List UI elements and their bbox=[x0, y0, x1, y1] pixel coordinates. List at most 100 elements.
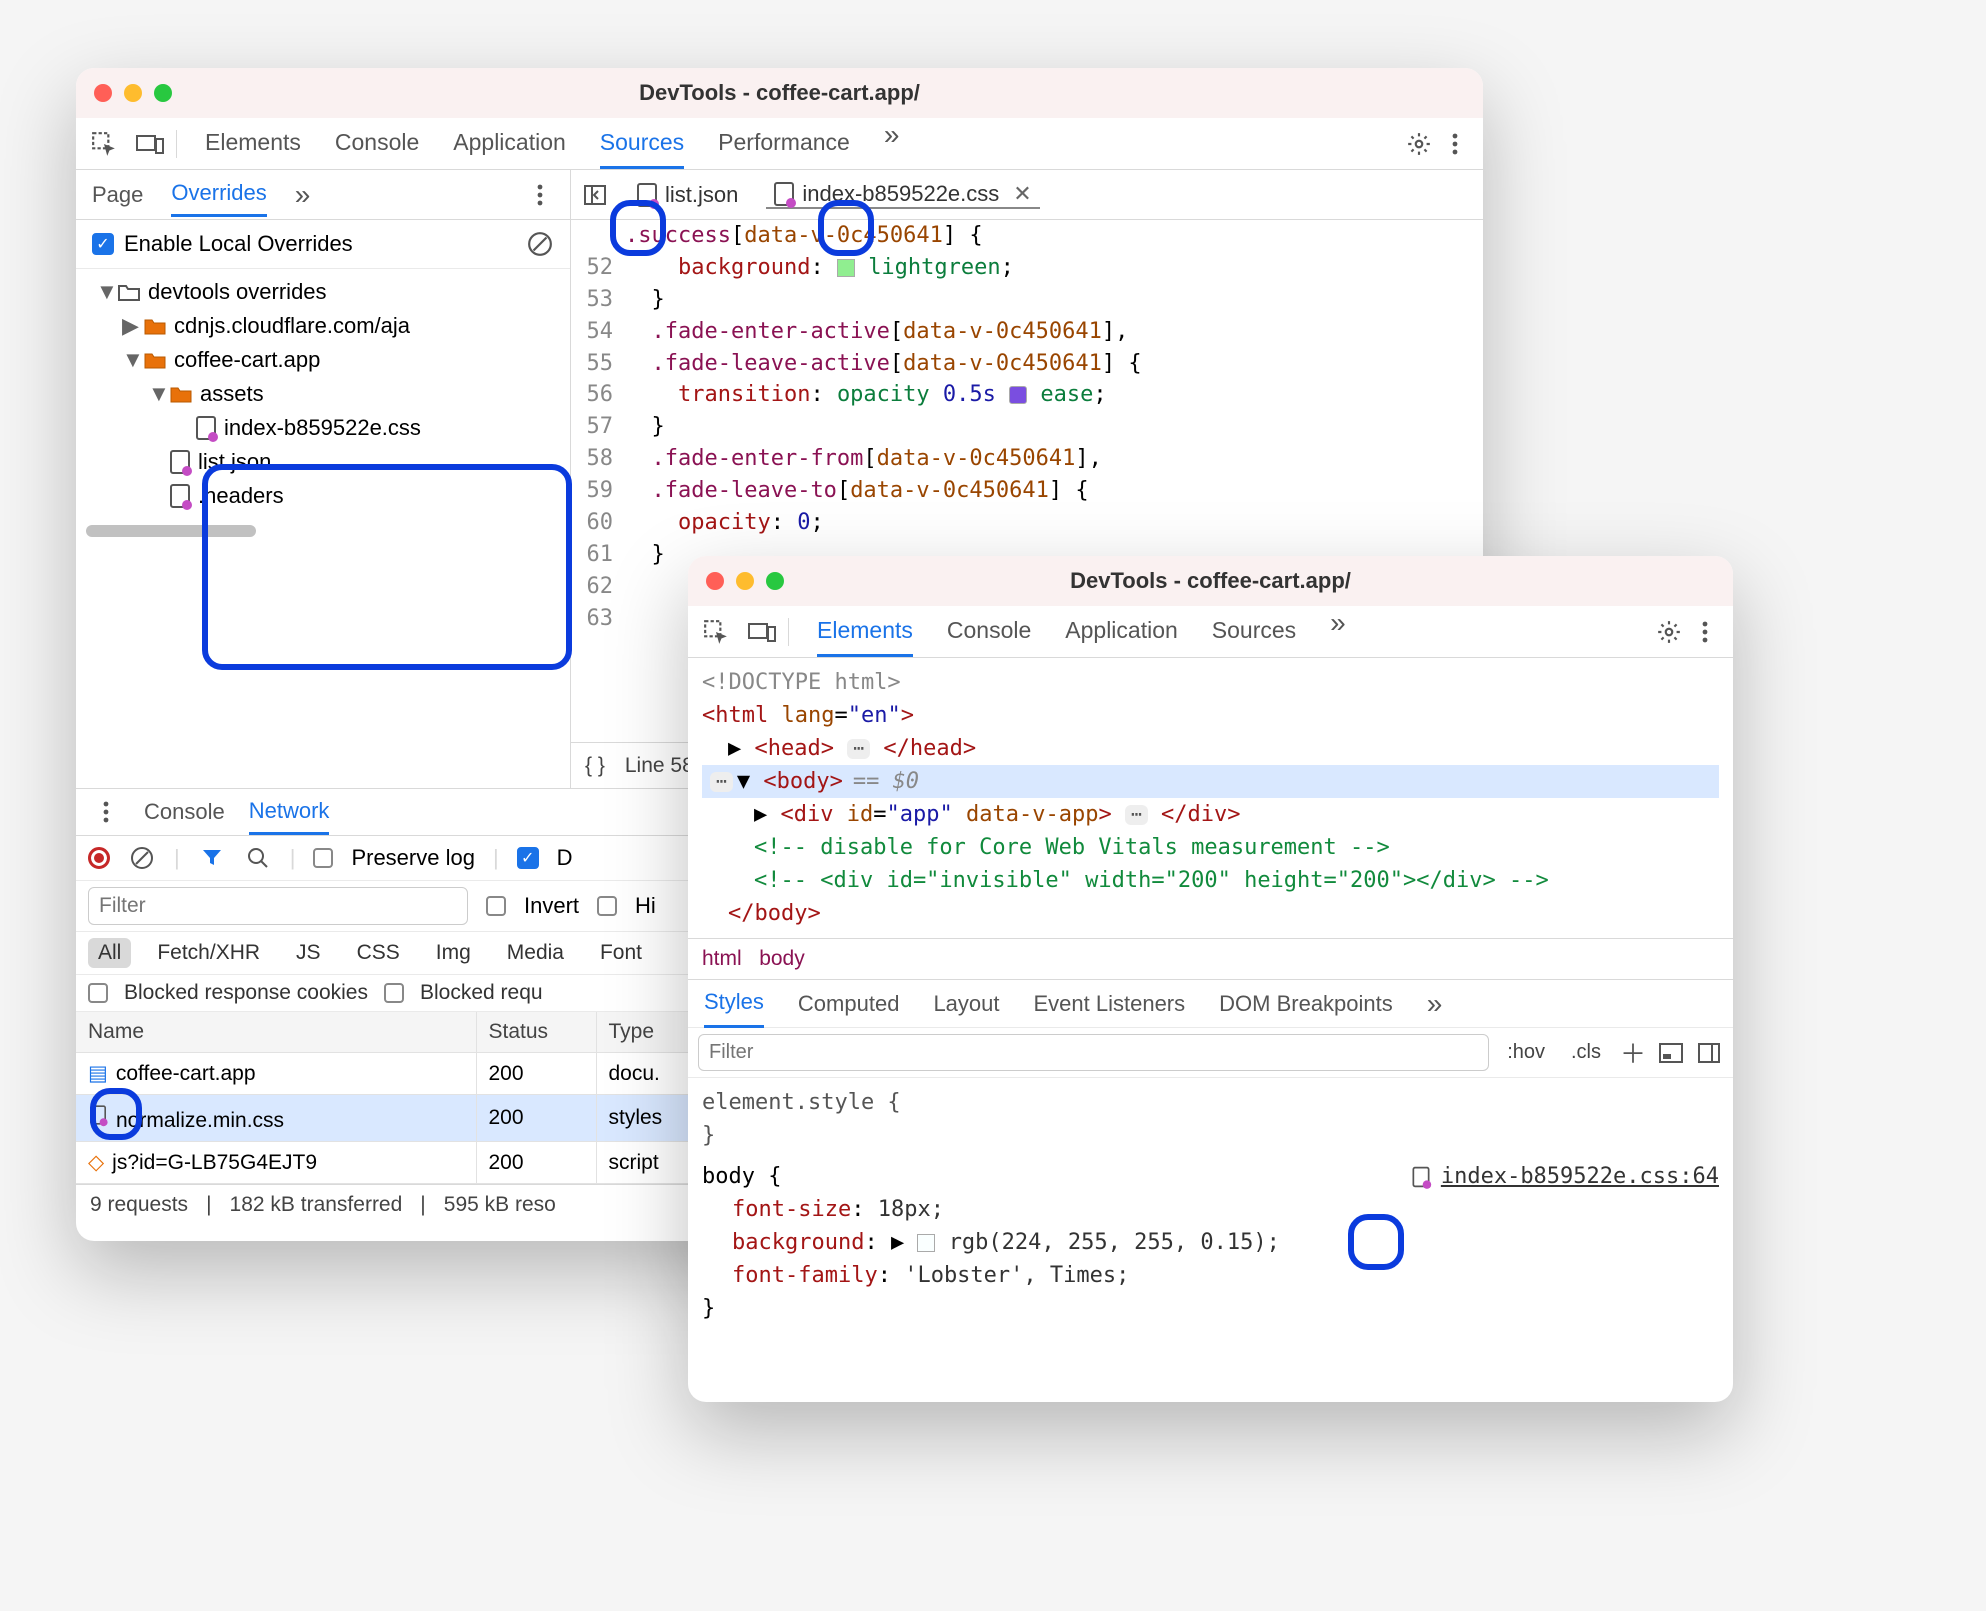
styles-tab-listeners[interactable]: Event Listeners bbox=[1034, 981, 1186, 1027]
record-icon[interactable] bbox=[88, 847, 110, 869]
chip-img[interactable]: Img bbox=[426, 938, 481, 968]
dom-tree[interactable]: <!DOCTYPE html> <html lang="en"> ▶ <head… bbox=[688, 658, 1733, 938]
editor-tabs: list.json index-b859522e.css ✕ bbox=[571, 170, 1483, 220]
preserve-log-checkbox[interactable] bbox=[313, 848, 333, 868]
more-tabs-icon[interactable]: » bbox=[884, 119, 897, 169]
overrides-sidebar: ✓ Enable Local Overrides ▼ devtools over… bbox=[76, 220, 571, 788]
col-name[interactable]: Name bbox=[76, 1012, 476, 1053]
scrollbar-horizontal[interactable] bbox=[86, 525, 256, 537]
device-toolbar-icon[interactable] bbox=[136, 130, 164, 158]
tree-file[interactable]: index-b859522e.css bbox=[86, 411, 570, 445]
filter-icon[interactable] bbox=[198, 844, 226, 872]
tree-file[interactable]: list.json bbox=[86, 445, 570, 479]
kebab-menu-icon[interactable] bbox=[92, 798, 120, 826]
main-toolbar: Elements Console Application Sources Per… bbox=[76, 118, 1483, 170]
search-icon[interactable] bbox=[244, 844, 272, 872]
col-status[interactable]: Status bbox=[476, 1012, 596, 1053]
pretty-print-icon[interactable]: { } bbox=[585, 754, 605, 778]
inspect-icon[interactable] bbox=[702, 618, 730, 646]
styles-filter-row: :hov .cls ＋ bbox=[688, 1027, 1733, 1078]
source-link[interactable]: index-b859522e.css:64 bbox=[1411, 1160, 1719, 1193]
hov-toggle[interactable]: :hov bbox=[1499, 1039, 1553, 1066]
styles-filter-input[interactable] bbox=[698, 1034, 1489, 1071]
more-subtabs-icon[interactable]: » bbox=[295, 179, 308, 211]
chip-font[interactable]: Font bbox=[590, 938, 652, 968]
tab-sources[interactable]: Sources bbox=[1212, 607, 1296, 657]
titlebar: DevTools - coffee-cart.app/ bbox=[76, 68, 1483, 118]
close-tab-icon[interactable]: ✕ bbox=[1013, 181, 1031, 207]
tree-folder[interactable]: ▼ coffee-cart.app bbox=[86, 343, 570, 377]
more-tabs-icon[interactable]: » bbox=[1427, 988, 1440, 1020]
panel-tabs: Elements Console Application Sources Per… bbox=[185, 119, 1397, 169]
chip-fetch[interactable]: Fetch/XHR bbox=[147, 938, 270, 968]
styles-tabs: Styles Computed Layout Event Listeners D… bbox=[688, 979, 1733, 1027]
new-style-rule-icon[interactable]: ＋ bbox=[1619, 1039, 1647, 1067]
device-toolbar-icon[interactable] bbox=[748, 618, 776, 646]
window-title: DevTools - coffee-cart.app/ bbox=[688, 568, 1733, 594]
enable-overrides-label: Enable Local Overrides bbox=[124, 231, 353, 257]
tree-folder-root[interactable]: ▼ devtools overrides bbox=[86, 275, 570, 309]
file-tree: ▼ devtools overrides ▶ cdnjs.cloudflare.… bbox=[76, 269, 570, 519]
hide-dataurls-checkbox[interactable] bbox=[597, 896, 617, 916]
toggle-navigator-icon[interactable] bbox=[581, 181, 609, 209]
enable-overrides-checkbox[interactable]: ✓ bbox=[92, 233, 114, 255]
chip-js[interactable]: JS bbox=[286, 938, 331, 968]
tree-file[interactable]: .headers bbox=[86, 479, 570, 513]
script-icon: ◇ bbox=[88, 1151, 104, 1174]
clear-icon[interactable] bbox=[128, 844, 156, 872]
file-override-icon bbox=[196, 416, 216, 440]
tab-elements[interactable]: Elements bbox=[205, 119, 301, 169]
kebab-menu-icon[interactable] bbox=[1691, 618, 1719, 646]
kebab-menu-icon[interactable] bbox=[526, 181, 554, 209]
editor-tab-label: index-b859522e.css bbox=[802, 181, 999, 207]
tab-elements[interactable]: Elements bbox=[817, 607, 913, 657]
blocked-requests-checkbox[interactable] bbox=[384, 983, 404, 1003]
tab-console[interactable]: Console bbox=[947, 607, 1031, 657]
chip-media[interactable]: Media bbox=[497, 938, 574, 968]
tree-folder[interactable]: ▶ cdnjs.cloudflare.com/aja bbox=[86, 309, 570, 343]
subtab-page[interactable]: Page bbox=[92, 174, 143, 216]
invert-checkbox[interactable] bbox=[486, 896, 506, 916]
preserve-log-label: Preserve log bbox=[351, 845, 475, 871]
more-tabs-icon[interactable]: » bbox=[1330, 607, 1343, 657]
styles-tab-layout[interactable]: Layout bbox=[933, 981, 999, 1027]
drawer-tab-network[interactable]: Network bbox=[249, 790, 330, 835]
drawer-tab-console[interactable]: Console bbox=[144, 791, 225, 833]
window-title: DevTools - coffee-cart.app/ bbox=[76, 80, 1483, 106]
disable-cache-checkbox[interactable]: ✓ bbox=[517, 847, 539, 869]
computed-toggle-icon[interactable] bbox=[1657, 1039, 1685, 1067]
file-override-icon bbox=[170, 450, 190, 474]
inspect-icon[interactable] bbox=[90, 130, 118, 158]
subtab-overrides[interactable]: Overrides bbox=[171, 172, 266, 217]
kebab-menu-icon[interactable] bbox=[1441, 130, 1469, 158]
cls-toggle[interactable]: .cls bbox=[1563, 1039, 1609, 1066]
clear-config-icon[interactable] bbox=[526, 230, 554, 258]
editor-tab-listjson[interactable]: list.json bbox=[629, 182, 746, 208]
tab-application[interactable]: Application bbox=[453, 119, 566, 169]
file-override-icon bbox=[1412, 1166, 1429, 1186]
chip-all[interactable]: All bbox=[88, 938, 131, 968]
tab-application[interactable]: Application bbox=[1065, 607, 1178, 657]
editor-tab-indexcss[interactable]: index-b859522e.css ✕ bbox=[766, 181, 1039, 209]
tree-folder-assets[interactable]: ▼ assets bbox=[86, 377, 570, 411]
file-override-icon bbox=[637, 183, 657, 207]
file-override-icon bbox=[170, 484, 190, 508]
devtools-window-elements: DevTools - coffee-cart.app/ Elements Con… bbox=[688, 556, 1733, 1402]
filter-input[interactable] bbox=[88, 887, 468, 925]
blocked-cookies-checkbox[interactable] bbox=[88, 983, 108, 1003]
chip-css[interactable]: CSS bbox=[347, 938, 410, 968]
tab-performance[interactable]: Performance bbox=[718, 119, 850, 169]
settings-icon[interactable] bbox=[1405, 130, 1433, 158]
document-icon: ▤ bbox=[88, 1062, 108, 1085]
styles-tab-styles[interactable]: Styles bbox=[704, 979, 764, 1028]
sources-subtoolbar: Page Overrides » list.json index-b859522… bbox=[76, 170, 1483, 220]
styles-tab-dombp[interactable]: DOM Breakpoints bbox=[1219, 981, 1393, 1027]
styles-body[interactable]: element.style { } body { index-b859522e.… bbox=[688, 1078, 1733, 1333]
tab-sources[interactable]: Sources bbox=[600, 119, 684, 169]
breadcrumb[interactable]: html body bbox=[688, 938, 1733, 979]
toggle-sidebar-icon[interactable] bbox=[1695, 1039, 1723, 1067]
settings-icon[interactable] bbox=[1655, 618, 1683, 646]
tab-console[interactable]: Console bbox=[335, 119, 419, 169]
panel-tabs: Elements Console Application Sources » bbox=[797, 607, 1647, 657]
styles-tab-computed[interactable]: Computed bbox=[798, 981, 900, 1027]
